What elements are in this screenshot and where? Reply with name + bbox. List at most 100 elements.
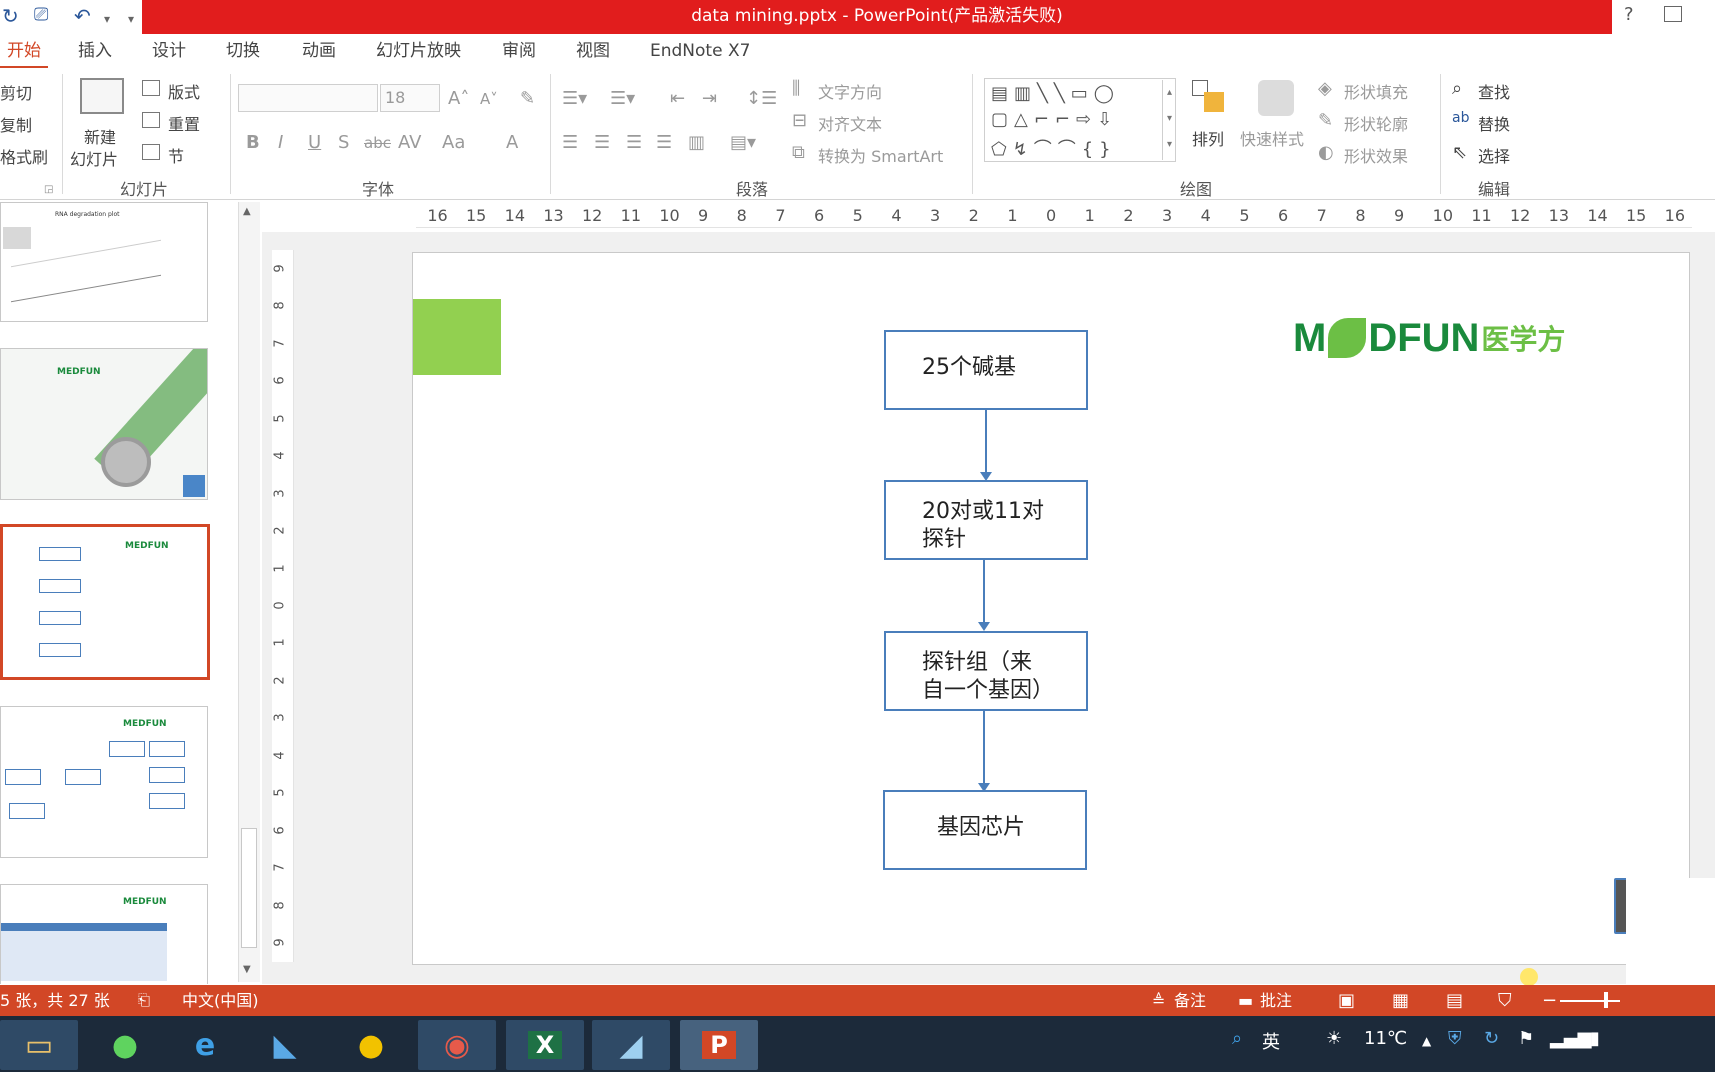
align-center-icon[interactable]: ☰ bbox=[594, 132, 610, 153]
slide-thumbnail-5[interactable]: MEDFUN bbox=[0, 884, 208, 984]
flow-box-3[interactable]: 探针组（来 自一个基因） bbox=[884, 631, 1088, 711]
quick-styles-button[interactable]: 快速样式 bbox=[1240, 126, 1304, 150]
slide-canvas[interactable]: M DFUN 医学方 25个碱基 20对或11对 探针 探针组（来 自一个基因）… bbox=[412, 252, 1690, 965]
temperature[interactable]: 11℃ bbox=[1364, 1028, 1407, 1049]
arrange-button[interactable]: 排列 bbox=[1192, 126, 1224, 150]
smartart-button[interactable]: 转换为 SmartArt bbox=[818, 143, 943, 167]
new-slide-label-2[interactable]: 幻灯片 bbox=[70, 146, 118, 170]
file-explorer-icon[interactable]: ▭ bbox=[0, 1020, 78, 1070]
sync-icon[interactable]: ↻ bbox=[1484, 1028, 1499, 1049]
shapes-scroll-icon[interactable]: ▴ ▾ ▾ bbox=[1162, 80, 1176, 160]
replace-button[interactable]: 替换 bbox=[1478, 111, 1510, 135]
ime-indicator[interactable]: 英 bbox=[1262, 1028, 1280, 1054]
network-icon[interactable]: ▂▄▆ bbox=[1550, 1028, 1592, 1049]
scroll-thumb[interactable] bbox=[241, 828, 257, 948]
clear-format-icon[interactable]: ✎ bbox=[520, 88, 535, 109]
tab-home[interactable]: 开始 bbox=[0, 34, 48, 68]
font-color-button[interactable]: A bbox=[506, 132, 518, 153]
excel-icon[interactable]: X bbox=[506, 1020, 584, 1070]
layout-button[interactable]: 版式 bbox=[168, 79, 200, 103]
underline-button[interactable]: U bbox=[308, 132, 321, 153]
new-slide-icon[interactable] bbox=[80, 78, 124, 114]
tab-transitions[interactable]: 切换 bbox=[226, 34, 260, 68]
ribbon-display-icon[interactable] bbox=[1664, 6, 1682, 22]
customize-qat-icon[interactable]: ▾ bbox=[128, 12, 134, 26]
reading-view-icon[interactable]: ▤ bbox=[1446, 985, 1463, 1016]
font-name-input[interactable] bbox=[238, 84, 378, 112]
cut-button[interactable]: 剪切 bbox=[0, 80, 32, 104]
notes-button[interactable]: 备注 bbox=[1174, 985, 1206, 1016]
flow-box-1[interactable]: 25个碱基 bbox=[884, 330, 1088, 410]
show-hidden-icons-icon[interactable]: ▲ bbox=[1422, 1034, 1431, 1048]
distributed-icon[interactable]: ▥ bbox=[688, 132, 705, 153]
normal-view-icon[interactable]: ▣ bbox=[1338, 985, 1355, 1016]
tab-endnote[interactable]: EndNote X7 bbox=[650, 34, 750, 68]
tab-slideshow[interactable]: 幻灯片放映 bbox=[376, 34, 461, 68]
scroll-up-icon[interactable]: ▲ bbox=[243, 206, 251, 217]
zoom-slider[interactable] bbox=[1560, 1000, 1620, 1002]
save-icon[interactable]: ↻ bbox=[2, 4, 19, 28]
shrink-font-icon[interactable]: A˅ bbox=[480, 90, 498, 108]
ime-icon[interactable]: ⌕ bbox=[1232, 1028, 1242, 1049]
shape-outline-button[interactable]: 形状轮廓 bbox=[1344, 111, 1408, 135]
comments-button[interactable]: 批注 bbox=[1260, 985, 1292, 1016]
font-size-input[interactable]: 18 bbox=[380, 84, 440, 112]
line-spacing-icon[interactable]: ↕☰ bbox=[746, 88, 777, 109]
section-button[interactable]: 节 bbox=[168, 143, 184, 167]
italic-button[interactable]: I bbox=[278, 132, 283, 153]
security-shield-icon[interactable]: ⛨ bbox=[1448, 1028, 1462, 1049]
reset-button[interactable]: 重置 bbox=[168, 111, 200, 135]
find-button[interactable]: 查找 bbox=[1478, 79, 1510, 103]
align-right-icon[interactable]: ☰ bbox=[626, 132, 642, 153]
powerpoint-icon[interactable]: P bbox=[680, 1020, 758, 1070]
tab-insert[interactable]: 插入 bbox=[78, 34, 112, 68]
bold-button[interactable]: B bbox=[246, 132, 260, 153]
slide-thumbnail-2[interactable]: MEDFUN bbox=[0, 348, 208, 500]
bullets-icon[interactable]: ☰▾ bbox=[562, 88, 587, 109]
thumbnails-scrollbar[interactable]: ▲ ▼ bbox=[238, 202, 260, 982]
internet-explorer-icon[interactable]: e bbox=[166, 1020, 244, 1070]
present-icon[interactable]: ⎚ bbox=[34, 4, 48, 25]
feishu-icon[interactable]: ◣ bbox=[246, 1020, 324, 1070]
shadow-button[interactable]: S bbox=[338, 132, 349, 153]
align-left-icon[interactable]: ☰ bbox=[562, 132, 578, 153]
undo-icon[interactable]: ↶ bbox=[74, 4, 91, 28]
flow-box-2[interactable]: 20对或11对 探针 bbox=[884, 480, 1088, 560]
zoom-slider-thumb[interactable] bbox=[1604, 992, 1608, 1008]
slide-thumbnail-4[interactable]: MEDFUN bbox=[0, 706, 208, 858]
format-painter-button[interactable]: 格式刷 bbox=[0, 144, 48, 168]
language-indicator[interactable]: 中文(中国) bbox=[182, 985, 259, 1016]
shapes-gallery[interactable]: ▤▥╲╲▭◯ ▢△⌐⌐⇨⇩ ⬠↯⌒⌒{} bbox=[984, 78, 1176, 162]
tab-view[interactable]: 视图 bbox=[576, 34, 610, 68]
chrome-icon[interactable]: ◉ bbox=[418, 1020, 496, 1070]
align-text-button[interactable]: 对齐文本 bbox=[818, 111, 882, 135]
strikethrough-button[interactable]: abc bbox=[364, 134, 391, 152]
slide-sorter-icon[interactable]: ▦ bbox=[1392, 985, 1409, 1016]
scroll-down-icon[interactable]: ▼ bbox=[243, 964, 251, 975]
tab-design[interactable]: 设计 bbox=[152, 34, 186, 68]
tab-animations[interactable]: 动画 bbox=[302, 34, 336, 68]
slide-thumbnail-3-selected[interactable]: MEDFUN bbox=[0, 524, 210, 680]
undo-dropdown-icon[interactable]: ▾ bbox=[104, 12, 110, 26]
shape-effects-button[interactable]: 形状效果 bbox=[1344, 143, 1408, 167]
new-slide-label-1[interactable]: 新建 bbox=[84, 124, 116, 148]
clipboard-launcher-icon[interactable]: ◲ bbox=[44, 184, 53, 195]
qq-music-icon[interactable]: ● bbox=[332, 1020, 410, 1070]
app-icon[interactable]: ◢ bbox=[592, 1020, 670, 1070]
grow-font-icon[interactable]: A˄ bbox=[448, 88, 469, 109]
spell-check-icon[interactable]: ⎗ bbox=[138, 985, 150, 1016]
change-case-button[interactable]: Aa bbox=[442, 132, 465, 153]
text-direction-button[interactable]: 文字方向 bbox=[818, 79, 882, 103]
flag-icon[interactable]: ⚑ bbox=[1518, 1028, 1534, 1049]
help-icon[interactable]: ? bbox=[1624, 4, 1634, 25]
tab-review[interactable]: 审阅 bbox=[502, 34, 536, 68]
increase-indent-icon[interactable]: ⇥ bbox=[702, 88, 717, 109]
justify-icon[interactable]: ☰ bbox=[656, 132, 672, 153]
select-button[interactable]: 选择 bbox=[1478, 143, 1510, 167]
slide-thumbnail-1[interactable]: RNA degradation plot bbox=[0, 202, 208, 322]
char-spacing-button[interactable]: AV bbox=[398, 132, 421, 153]
slideshow-view-icon[interactable]: ⛉ bbox=[1498, 985, 1512, 1016]
battery-icon[interactable]: ▮ bbox=[1590, 1028, 1600, 1049]
flow-box-4[interactable]: 基因芯片 bbox=[883, 790, 1087, 870]
shape-fill-button[interactable]: 形状填充 bbox=[1344, 79, 1408, 103]
